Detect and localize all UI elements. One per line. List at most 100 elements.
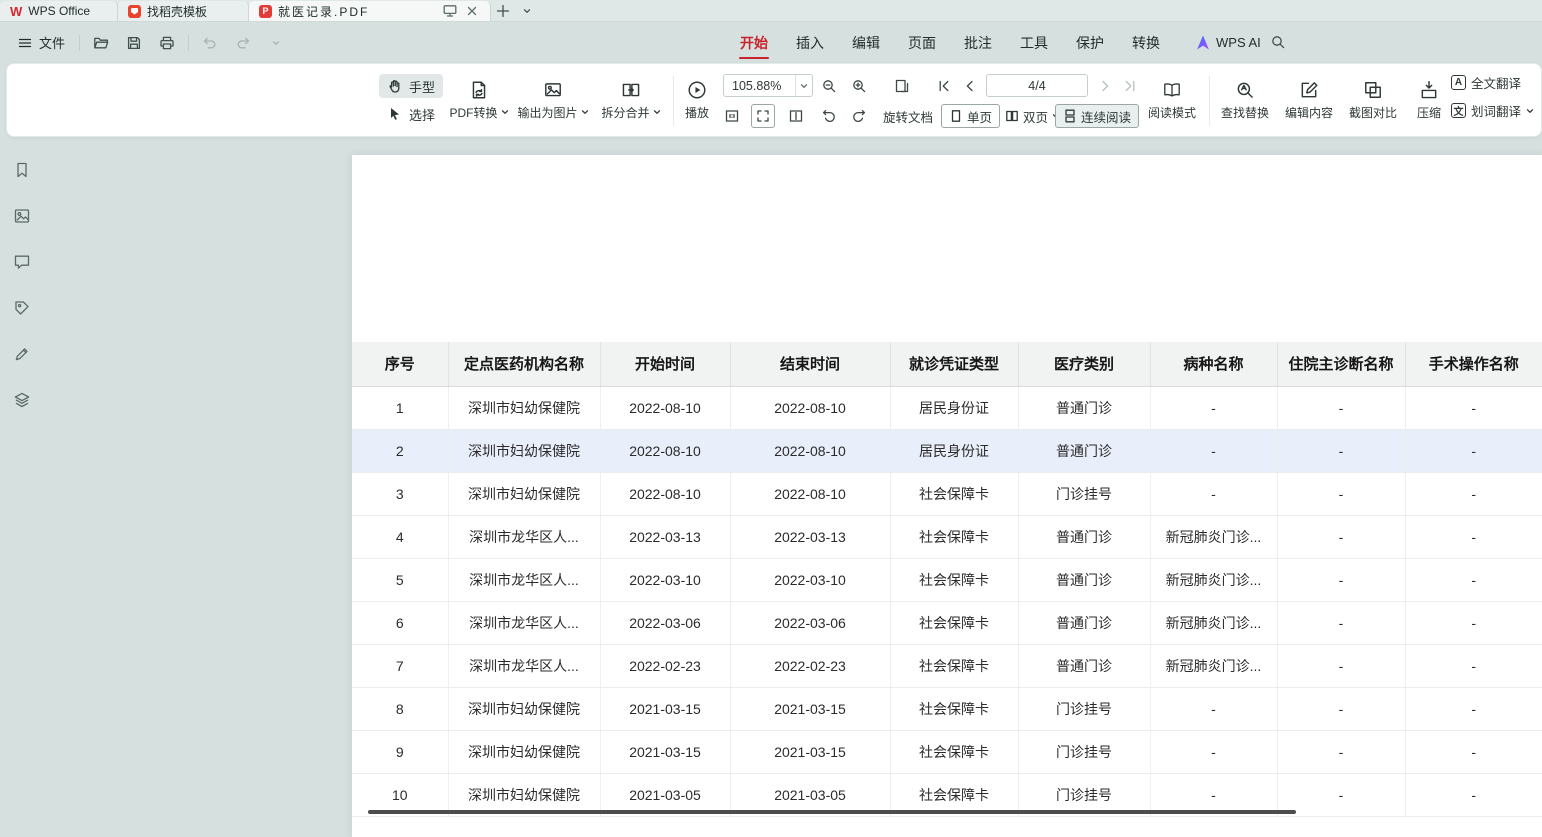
play-button[interactable]: 播放 (675, 70, 719, 130)
new-tab-button[interactable] (491, 0, 515, 21)
save-button[interactable] (122, 31, 146, 55)
edit-content-icon (1299, 80, 1319, 100)
full-translate-button[interactable]: 全文翻译 (1451, 73, 1534, 92)
open-file-button[interactable] (89, 31, 113, 55)
table-cell: - (1277, 386, 1405, 429)
table-cell: 2022-03-06 (730, 601, 890, 644)
split-merge-icon (621, 80, 641, 100)
compress-button[interactable]: 压缩 (1405, 70, 1453, 130)
last-page-button[interactable] (1118, 74, 1142, 98)
single-page-button[interactable]: 单页 (941, 104, 1000, 128)
print-button[interactable] (155, 31, 179, 55)
menu-tab-3[interactable]: 页面 (894, 22, 950, 63)
comments-panel-button[interactable] (10, 250, 34, 274)
pdf-convert-button[interactable]: PDF转换 (445, 70, 513, 130)
horizontal-scrollbar-thumb[interactable] (368, 810, 1296, 814)
tab-wps-office[interactable]: WPS Office (0, 1, 118, 21)
screenshot-compare-icon (1363, 80, 1383, 100)
table-cell: 普通门诊 (1018, 601, 1150, 644)
table-cell: - (1277, 558, 1405, 601)
edit-content-button[interactable]: 编辑内容 (1277, 70, 1341, 130)
first-page-button[interactable] (932, 74, 956, 98)
convert-tools-group: PDF转换 输出为图片 拆分合并 (445, 70, 669, 130)
hand-icon (387, 78, 403, 94)
split-merge-button[interactable]: 拆分合并 (593, 70, 669, 130)
column-header: 病种名称 (1150, 342, 1277, 386)
table-cell: - (1277, 687, 1405, 730)
menu-search-button[interactable] (1266, 30, 1290, 54)
table-cell: 5 (352, 558, 448, 601)
attachments-panel-button[interactable] (10, 296, 34, 320)
export-image-button[interactable]: 输出为图片 (513, 70, 593, 130)
layers-panel-button[interactable] (10, 388, 34, 412)
table-cell: - (1277, 515, 1405, 558)
tab-docer-templates[interactable]: 找稻壳模板 (118, 1, 249, 21)
undo-button[interactable] (198, 31, 222, 55)
chevron-down-icon (796, 82, 812, 90)
menu-tab-6[interactable]: 保护 (1062, 22, 1118, 63)
zoom-out-icon (821, 78, 837, 94)
rotate-left-button[interactable] (817, 104, 841, 128)
file-menu-button[interactable]: 文件 (12, 30, 70, 55)
previous-page-icon (963, 79, 977, 93)
word-translate-button[interactable]: 划词翻译 (1451, 101, 1534, 120)
rotate-document-button[interactable]: 旋转文档 (883, 104, 933, 128)
pdf-page: 序号定点医药机构名称开始时间结束时间就诊凭证类型医疗类别病种名称住院主诊断名称手… (352, 155, 1542, 837)
continuous-read-button[interactable]: 连续阅读 (1055, 104, 1139, 128)
double-page-button[interactable]: 双页 (1005, 104, 1060, 128)
table-cell: 2022-08-10 (600, 429, 730, 472)
menu-tab-2[interactable]: 编辑 (838, 22, 894, 63)
previous-page-button[interactable] (958, 74, 982, 98)
more-actions-chevron-icon[interactable] (264, 31, 288, 55)
fit-page-button[interactable] (784, 104, 808, 128)
pdf-file-icon (259, 5, 272, 18)
table-row: 8深圳市妇幼保健院2021-03-152021-03-15社会保障卡门诊挂号--… (352, 687, 1542, 730)
next-page-icon (1098, 79, 1112, 93)
close-tab-icon[interactable] (464, 3, 480, 19)
thumbnails-panel-button[interactable] (10, 204, 34, 228)
docer-icon (128, 5, 141, 18)
actual-size-button[interactable] (720, 104, 744, 128)
fit-window-icon (894, 78, 910, 94)
tab-list-chevron-icon[interactable] (515, 0, 539, 21)
table-cell: 新冠肺炎门诊... (1150, 515, 1277, 558)
table-cell: 2022-08-10 (730, 429, 890, 472)
fit-width-button[interactable] (751, 104, 775, 128)
menu-tab-5[interactable]: 工具 (1006, 22, 1062, 63)
table-cell: 新冠肺炎门诊... (1150, 601, 1277, 644)
column-header: 结束时间 (730, 342, 890, 386)
table-cell: 2021-03-15 (730, 730, 890, 773)
fit-window-button[interactable] (890, 74, 914, 98)
hand-tool-button[interactable]: 手型 (379, 74, 443, 98)
read-mode-group: 阅读模式 (1140, 70, 1204, 130)
menu-tab-1[interactable]: 插入 (782, 22, 838, 63)
page-indicator-input[interactable] (986, 74, 1088, 97)
menu-tab-7[interactable]: 转换 (1118, 22, 1174, 63)
menu-tab-4[interactable]: 批注 (950, 22, 1006, 63)
screenshot-compare-button[interactable]: 截图对比 (1341, 70, 1405, 130)
zoom-in-button[interactable] (847, 74, 871, 98)
rotate-right-button[interactable] (847, 104, 871, 128)
zoom-out-button[interactable] (817, 74, 841, 98)
zoom-combobox[interactable]: 105.88% (723, 74, 813, 97)
pdf-convert-label: PDF转换 (449, 104, 497, 121)
next-page-button[interactable] (1093, 74, 1117, 98)
signature-panel-button[interactable] (10, 342, 34, 366)
read-mode-button[interactable]: 阅读模式 (1140, 70, 1204, 130)
bookmarks-panel-button[interactable] (10, 158, 34, 182)
table-cell: 2 (352, 429, 448, 472)
menu-tab-0[interactable]: 开始 (726, 22, 782, 63)
select-tool-button[interactable]: 选择 (379, 102, 443, 126)
toolbar: 手型 选择 PDF转换 输出为图片 拆分合并 播放 (6, 63, 1542, 137)
table-cell: 6 (352, 601, 448, 644)
table-cell: 2022-03-13 (730, 515, 890, 558)
table-cell: 深圳市龙华区人... (448, 515, 600, 558)
tab-document[interactable]: 就医记录.PDF (249, 1, 491, 21)
compress-icon (1419, 80, 1439, 100)
redo-button[interactable] (231, 31, 255, 55)
wps-ai-button[interactable]: WPS AI (1196, 22, 1261, 63)
table-cell: 2022-03-13 (600, 515, 730, 558)
find-replace-button[interactable]: 查找替换 (1213, 70, 1277, 130)
screen-share-icon[interactable] (442, 3, 458, 19)
export-image-label: 输出为图片 (517, 104, 577, 121)
